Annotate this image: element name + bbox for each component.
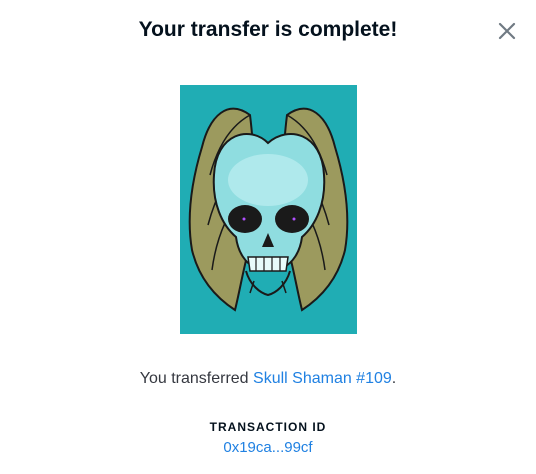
transfer-message: You transferred Skull Shaman #109. [0,367,536,391]
close-icon [498,22,516,40]
skull-with-bat-wings-icon [188,107,349,312]
message-suffix: . [391,370,397,387]
transaction-id-link[interactable]: 0x19ca...99cf [223,439,312,456]
nft-image [180,85,357,334]
item-link[interactable]: Skull Shaman #109 [253,370,392,387]
transfer-complete-modal: Your transfer is complete! You transferr… [0,0,536,474]
transaction-id: 0x19ca...99cf [0,437,536,459]
message-prefix: You transferred [139,370,254,387]
transaction-id-label: TRANSACTION ID [209,420,327,434]
modal-title: Your transfer is complete! [138,18,398,41]
close-button[interactable] [496,20,518,42]
